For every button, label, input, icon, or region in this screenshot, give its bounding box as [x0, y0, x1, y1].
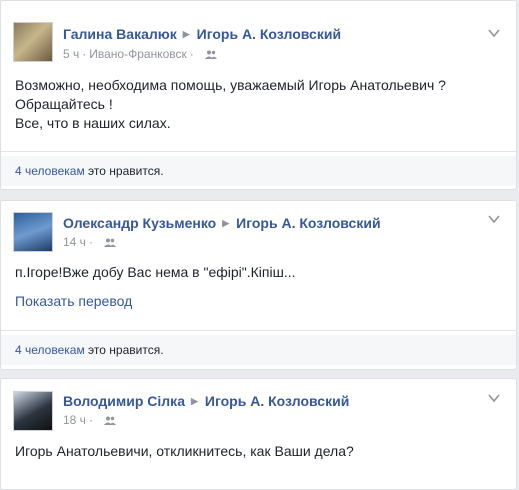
author-link[interactable]: Олександр Кузьменко	[63, 215, 216, 231]
friends-icon[interactable]	[205, 50, 218, 59]
timestamp[interactable]: 18 ч	[63, 413, 86, 427]
target-link[interactable]: Игорь А. Козловский	[197, 26, 341, 42]
avatar[interactable]	[13, 22, 53, 62]
likes-bar: 4 человекам это нравится.	[1, 335, 516, 365]
separator: ·	[88, 413, 93, 427]
likes-suffix: это нравится.	[88, 343, 164, 357]
text-line: Возможно, необходима помощь, уважаемый И…	[15, 77, 446, 93]
avatar[interactable]	[13, 391, 53, 431]
chevron-down-icon[interactable]	[488, 214, 500, 224]
separator: ·	[82, 47, 87, 61]
likes-count-link[interactable]: 4 человекам	[15, 164, 85, 178]
post-text: Игорь Анатольевичи, откликнитесь, как Ва…	[15, 442, 502, 461]
chevron-down-icon[interactable]	[488, 393, 500, 403]
post-text: п.Ігоре!Вже добу Вас нема в "ефірі".Кіпі…	[15, 263, 502, 282]
separator: ·	[88, 235, 93, 249]
likes-count-link[interactable]: 4 человекам	[15, 343, 85, 357]
right-triangle-icon: ▶	[190, 396, 198, 406]
feed-post: Галина Вакалюк ▶ Игорь А. Козловский 5 ч · И…	[0, 0, 517, 190]
location-link[interactable]: Ивано-Франковск	[89, 47, 186, 61]
likes-suffix: это нравится.	[88, 164, 164, 178]
friends-icon[interactable]	[104, 238, 117, 247]
likes-bar: 4 человекам это нравится.	[1, 156, 516, 186]
show-translation-link[interactable]: Показать перевод	[15, 293, 132, 309]
post-header: Олександр Кузьменко ▶ Игорь А. Козловский	[63, 215, 381, 231]
feed-post: Володимир Сілка ▶ Игорь А. Козловский 18 ч…	[0, 378, 517, 490]
text-line: Все, что в наших силах.	[15, 115, 171, 131]
post-meta: 14 ч ·	[63, 235, 117, 249]
author-link[interactable]: Володимир Сілка	[63, 393, 185, 409]
chevron-down-icon[interactable]	[488, 28, 500, 38]
divider	[1, 151, 516, 152]
text-line: Игорь Анатольевичи, откликнитесь, как Ва…	[15, 443, 354, 459]
avatar[interactable]	[13, 212, 53, 252]
separator: ·	[189, 47, 194, 61]
text-line: Обращайтесь !	[15, 96, 113, 112]
post-header: Володимир Сілка ▶ Игорь А. Козловский	[63, 393, 349, 409]
post-meta: 5 ч · Ивано-Франковск ·	[63, 47, 218, 61]
timestamp[interactable]: 5 ч	[63, 47, 79, 61]
right-triangle-icon: ▶	[182, 29, 190, 39]
author-link[interactable]: Галина Вакалюк	[63, 26, 177, 42]
right-triangle-icon: ▶	[222, 218, 230, 228]
post-header: Галина Вакалюк ▶ Игорь А. Козловский	[63, 26, 341, 42]
post-meta: 18 ч ·	[63, 413, 117, 427]
timestamp[interactable]: 14 ч	[63, 235, 86, 249]
target-link[interactable]: Игорь А. Козловский	[236, 215, 380, 231]
friends-icon[interactable]	[104, 416, 117, 425]
target-link[interactable]: Игорь А. Козловский	[205, 393, 349, 409]
divider	[1, 330, 516, 331]
feed-post: Олександр Кузьменко ▶ Игорь А. Козловский …	[0, 200, 517, 370]
post-text: Возможно, необходима помощь, уважаемый И…	[15, 76, 502, 133]
text-line: п.Ігоре!Вже добу Вас нема в "ефірі".Кіпі…	[15, 264, 296, 280]
